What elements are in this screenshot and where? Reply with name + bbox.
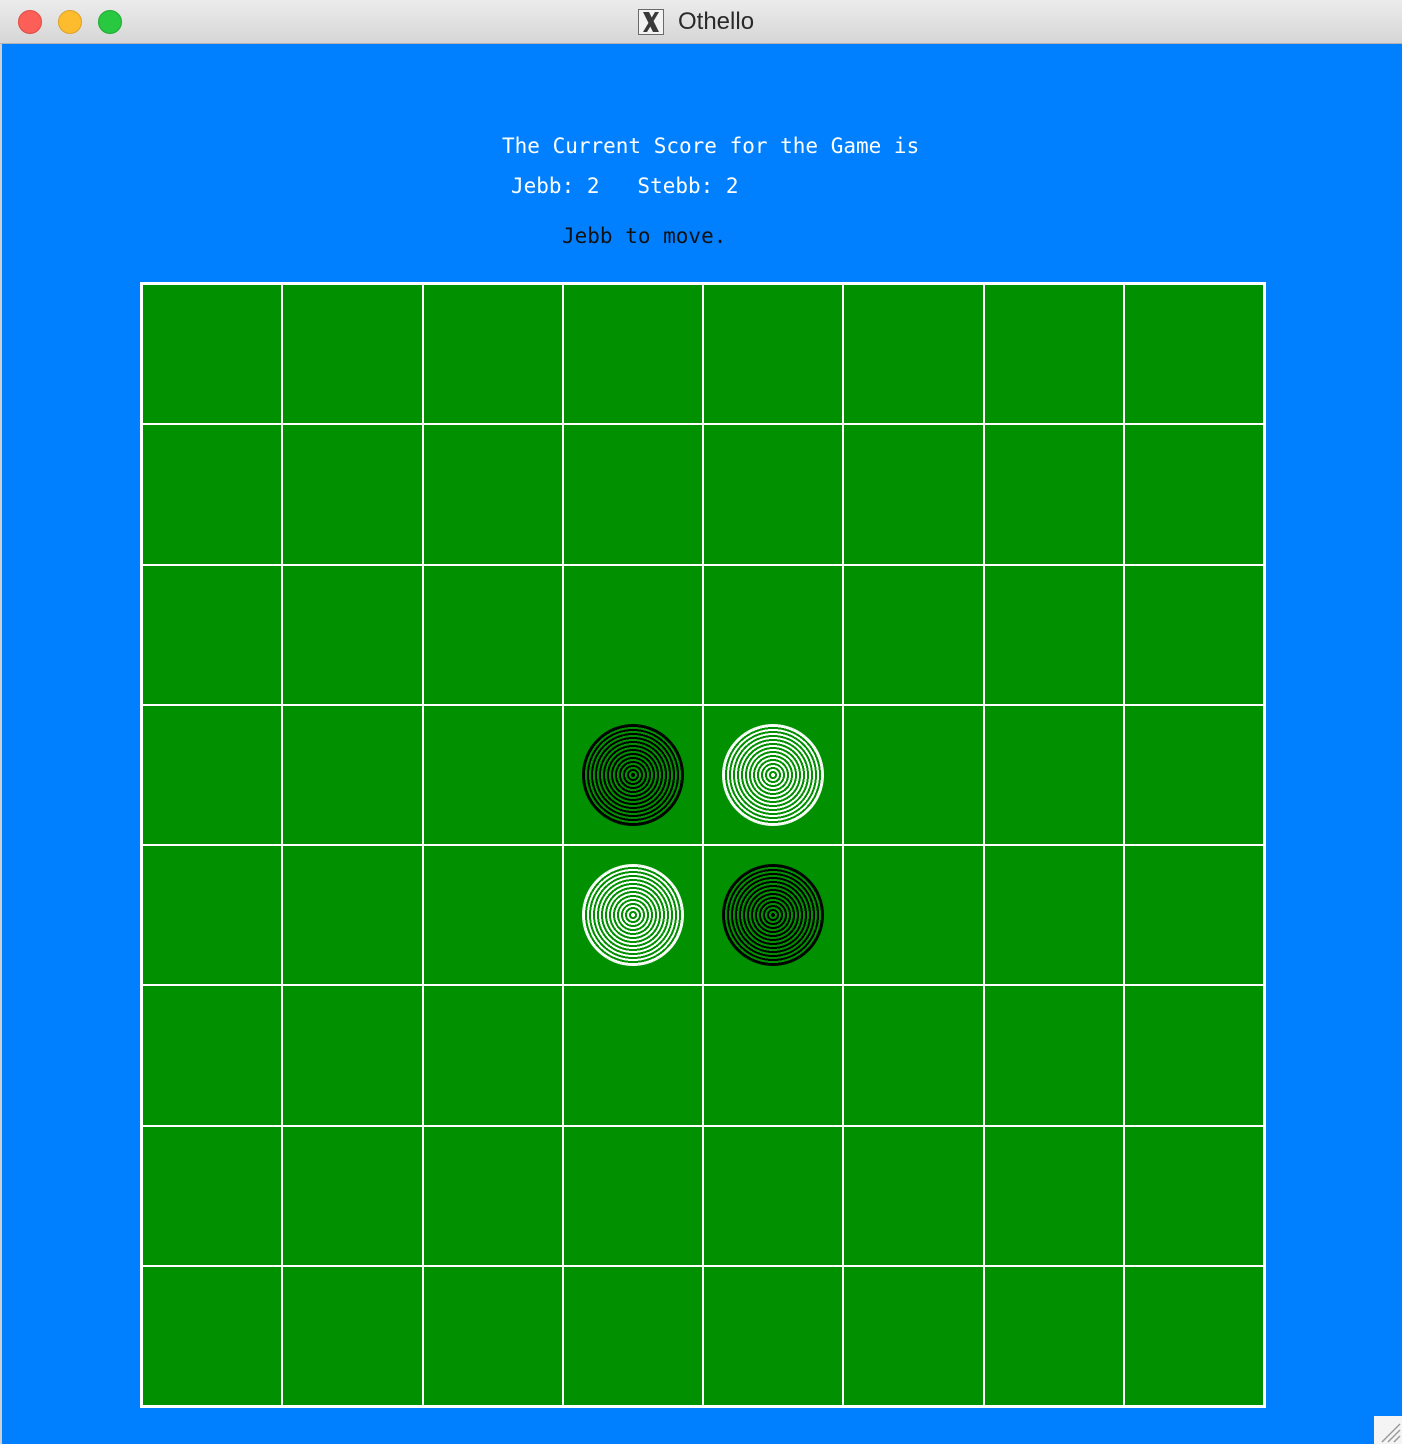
board-cell-r5-c4[interactable]	[563, 846, 702, 985]
minimize-button[interactable]	[58, 10, 82, 34]
board-cell-r7-c3[interactable]	[423, 1126, 562, 1265]
board-cell-r3-c8[interactable]	[1124, 565, 1263, 704]
board-cell-r2-c6[interactable]	[844, 425, 983, 564]
window-title-group: Othello	[638, 8, 754, 36]
board-cell-r8-c4[interactable]	[563, 1266, 702, 1405]
board-cell-r1-c2[interactable]	[283, 285, 422, 424]
board-cell-r3-c1[interactable]	[143, 565, 282, 704]
resize-grip[interactable]	[1374, 1416, 1402, 1444]
score-line: Jebb: 2 Stebb: 2	[511, 174, 739, 198]
board-cell-r5-c1[interactable]	[143, 846, 282, 985]
board-cell-r1-c6[interactable]	[844, 285, 983, 424]
white-piece	[581, 864, 684, 967]
board-cell-r1-c1[interactable]	[143, 285, 282, 424]
board-cell-r1-c8[interactable]	[1124, 285, 1263, 424]
board-cell-r4-c1[interactable]	[143, 705, 282, 844]
board-cell-r5-c2[interactable]	[283, 846, 422, 985]
board-cell-r8-c3[interactable]	[423, 1266, 562, 1405]
board-cell-r6-c7[interactable]	[984, 986, 1123, 1125]
board-cell-r5-c3[interactable]	[423, 846, 562, 985]
othello-board	[140, 282, 1266, 1408]
board-cell-r6-c6[interactable]	[844, 986, 983, 1125]
board-cell-r4-c7[interactable]	[984, 705, 1123, 844]
board-cell-r3-c3[interactable]	[423, 565, 562, 704]
board-cell-r4-c4[interactable]	[563, 705, 702, 844]
board-cell-r5-c5[interactable]	[704, 846, 843, 985]
black-piece	[722, 864, 825, 967]
board-cell-r1-c4[interactable]	[563, 285, 702, 424]
board-cell-r8-c1[interactable]	[143, 1266, 282, 1405]
board-cell-r3-c2[interactable]	[283, 565, 422, 704]
board-cell-r6-c4[interactable]	[563, 986, 702, 1125]
title-bar[interactable]: Othello	[0, 0, 1402, 44]
board-cell-r4-c8[interactable]	[1124, 705, 1263, 844]
board-cell-r6-c1[interactable]	[143, 986, 282, 1125]
board-cell-r2-c5[interactable]	[704, 425, 843, 564]
board-cell-r2-c8[interactable]	[1124, 425, 1263, 564]
board-cell-r4-c6[interactable]	[844, 705, 983, 844]
board-cell-r8-c8[interactable]	[1124, 1266, 1263, 1405]
othello-window: Othello The Current Score for the Game i…	[0, 0, 1402, 1444]
board-cell-r4-c2[interactable]	[283, 705, 422, 844]
turn-indicator: Jebb to move.	[562, 224, 727, 248]
board-cell-r1-c5[interactable]	[704, 285, 843, 424]
board-cell-r7-c1[interactable]	[143, 1126, 282, 1265]
board-cell-r7-c7[interactable]	[984, 1126, 1123, 1265]
white-piece	[722, 723, 825, 826]
board-cell-r6-c3[interactable]	[423, 986, 562, 1125]
x11-icon	[638, 9, 664, 35]
board-cell-r4-c3[interactable]	[423, 705, 562, 844]
board-cell-r3-c5[interactable]	[704, 565, 843, 704]
board-cell-r5-c6[interactable]	[844, 846, 983, 985]
board-cell-r7-c6[interactable]	[844, 1126, 983, 1265]
board-cell-r3-c4[interactable]	[563, 565, 702, 704]
board-cell-r7-c2[interactable]	[283, 1126, 422, 1265]
board-cell-r5-c7[interactable]	[984, 846, 1123, 985]
board-cell-r8-c5[interactable]	[704, 1266, 843, 1405]
board-cell-r7-c5[interactable]	[704, 1126, 843, 1265]
close-button[interactable]	[18, 10, 42, 34]
resize-grip-icon	[1381, 1423, 1401, 1443]
board-cell-r7-c4[interactable]	[563, 1126, 702, 1265]
board-cell-r2-c1[interactable]	[143, 425, 282, 564]
zoom-button[interactable]	[98, 10, 122, 34]
board-cell-r6-c5[interactable]	[704, 986, 843, 1125]
board-cell-r6-c2[interactable]	[283, 986, 422, 1125]
board-cell-r8-c2[interactable]	[283, 1266, 422, 1405]
score-heading: The Current Score for the Game is	[502, 134, 920, 158]
board-cell-r2-c4[interactable]	[563, 425, 702, 564]
board-cell-r4-c5[interactable]	[704, 705, 843, 844]
board-cell-r2-c3[interactable]	[423, 425, 562, 564]
board-cell-r2-c7[interactable]	[984, 425, 1123, 564]
board-cell-r8-c7[interactable]	[984, 1266, 1123, 1405]
board-cell-r1-c3[interactable]	[423, 285, 562, 424]
board-cell-r1-c7[interactable]	[984, 285, 1123, 424]
board-cell-r2-c2[interactable]	[283, 425, 422, 564]
board-cell-r7-c8[interactable]	[1124, 1126, 1263, 1265]
black-piece	[581, 723, 684, 826]
board-cell-r5-c8[interactable]	[1124, 846, 1263, 985]
board-cell-r3-c6[interactable]	[844, 565, 983, 704]
board-cell-r8-c6[interactable]	[844, 1266, 983, 1405]
board-cell-r6-c8[interactable]	[1124, 986, 1263, 1125]
board-cell-r3-c7[interactable]	[984, 565, 1123, 704]
game-area: The Current Score for the Game is Jebb: …	[2, 44, 1402, 1444]
window-title: Othello	[678, 8, 755, 35]
